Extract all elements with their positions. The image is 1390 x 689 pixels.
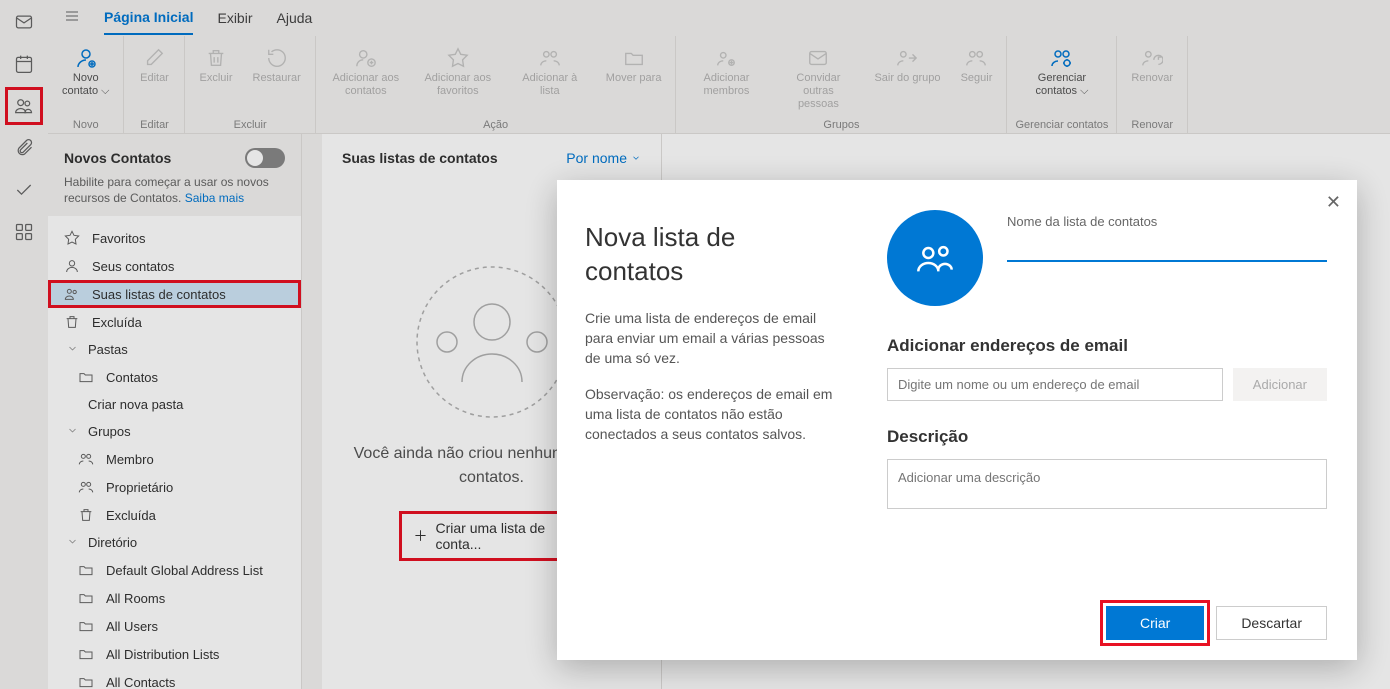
modal-desc1: Crie uma lista de endereços de email par…: [585, 308, 839, 368]
discard-button[interactable]: Descartar: [1216, 606, 1327, 640]
modal-desc2: Observação: os endereços de email em uma…: [585, 384, 839, 444]
desc-title: Descrição: [887, 427, 1327, 447]
create-button[interactable]: Criar: [1106, 606, 1204, 640]
new-list-modal: Nova lista de contatos Crie uma lista de…: [557, 180, 1357, 660]
modal-title: Nova lista de contatos: [585, 220, 839, 288]
email-input[interactable]: [887, 368, 1223, 401]
add-emails-title: Adicionar endereços de email: [887, 336, 1327, 356]
close-icon[interactable]: ✕: [1326, 192, 1341, 213]
name-label: Nome da lista de contatos: [1007, 214, 1327, 229]
add-email-button[interactable]: Adicionar: [1233, 368, 1327, 401]
list-name-input[interactable]: [1007, 235, 1327, 262]
modal-overlay: Nova lista de contatos Crie uma lista de…: [0, 0, 1390, 689]
avatar: [887, 210, 983, 306]
description-input[interactable]: [887, 459, 1327, 509]
